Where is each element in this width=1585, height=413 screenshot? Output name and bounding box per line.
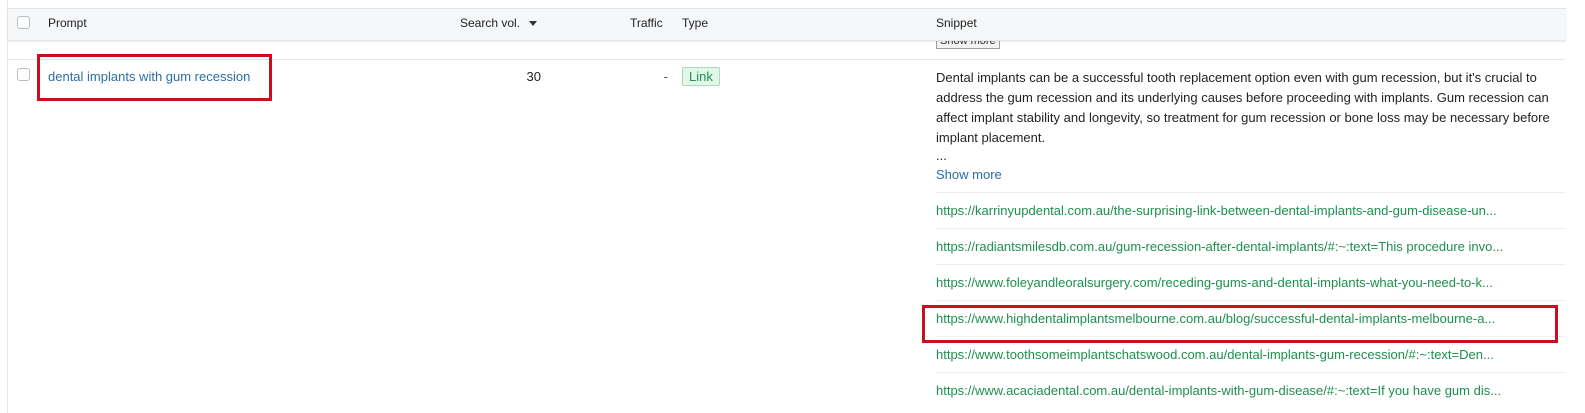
table-row: dental implants with gum recession 30 - … [8, 54, 1566, 413]
highlight-box [37, 54, 272, 101]
source-link[interactable]: https://www.acaciadental.com.au/dental-i… [936, 372, 1566, 408]
type-badge: Link [682, 67, 720, 86]
show-more-link[interactable]: Show more [936, 167, 1002, 182]
column-header-search-vol-label: Search vol. [460, 16, 521, 30]
column-header-search-vol[interactable]: Search vol. [460, 9, 538, 40]
highlight-box [922, 305, 1558, 343]
source-link[interactable]: https://www.foleyandleoralsurgery.com/re… [936, 264, 1566, 300]
snippet-text: Dental implants can be a successful toot… [936, 70, 1550, 145]
search-volume-value: 30 [526, 69, 541, 84]
column-header-traffic[interactable]: Traffic [630, 9, 663, 40]
sort-desc-icon[interactable] [529, 21, 538, 26]
snippet-ellipsis: ... [936, 148, 947, 163]
scrollbar[interactable] [1565, 0, 1585, 413]
results-table: Prompt Search vol. Traffic Type Snippet … [7, 0, 1566, 413]
table-header: Prompt Search vol. Traffic Type Snippet [8, 8, 1566, 41]
show-more-button[interactable]: Show more [936, 40, 1000, 49]
source-link[interactable]: https://radiantsmilesdb.com.au/gum-reces… [936, 228, 1566, 264]
column-header-prompt[interactable]: Prompt [48, 9, 87, 40]
column-header-snippet: Snippet [936, 16, 977, 30]
source-link-list: https://karrinyupdental.com.au/the-surpr… [936, 192, 1566, 408]
row-checkbox[interactable] [17, 68, 30, 81]
select-all-checkbox[interactable] [17, 16, 30, 29]
traffic-value: - [663, 69, 668, 84]
column-header-type[interactable]: Type [682, 9, 708, 40]
source-link[interactable]: https://karrinyupdental.com.au/the-surpr… [936, 192, 1566, 228]
